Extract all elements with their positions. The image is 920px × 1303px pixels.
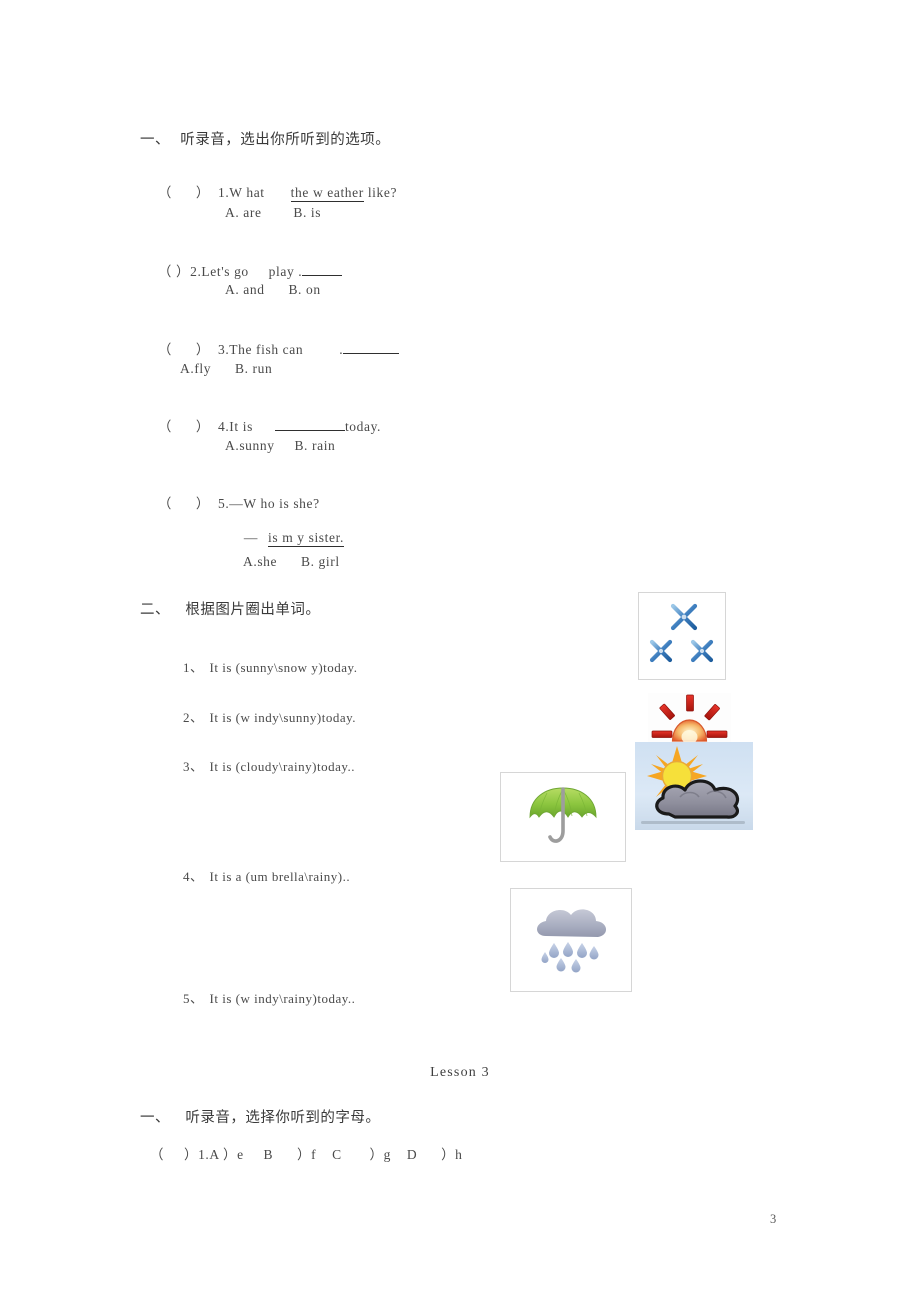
section-two-heading: 二、 根据图片圈出单词。 <box>140 602 321 618</box>
umbrella-image <box>501 773 625 861</box>
question-3-marker[interactable]: （ ） <box>158 342 210 357</box>
question-5-answer-tail: is m y sister. <box>268 530 344 547</box>
question-3-blank[interactable] <box>343 340 400 354</box>
item-2-number: 2、 <box>183 710 204 725</box>
rain-cloud-image <box>511 889 631 991</box>
question-1-options[interactable]: A. are B. is <box>225 205 321 221</box>
question-1-underlined: the w eather <box>290 185 364 202</box>
rain-cloud-icon <box>537 909 607 973</box>
question-2-blank[interactable] <box>302 262 343 276</box>
question-5-number: 5. <box>217 496 230 511</box>
item-1-text[interactable]: It is (sunny\snow y)today. <box>210 660 358 675</box>
item-5-number: 5、 <box>183 991 204 1006</box>
sun-rays-picture <box>648 693 731 745</box>
question-5-answer-dash: — <box>243 530 259 545</box>
question-3-options[interactable]: A.fly B. run <box>180 361 272 377</box>
question-1-marker[interactable]: （ ） <box>158 185 210 200</box>
question-1-number: 1. <box>217 185 230 200</box>
list-item: 1、 It is (sunny\snow y)today. <box>168 641 357 692</box>
question-4-marker[interactable]: （ ） <box>158 419 210 434</box>
section-one-heading: 一、 听录音，选出你所听到的选项。 <box>140 132 391 148</box>
question-4-blank[interactable] <box>274 417 345 431</box>
sun-rays-image <box>648 693 731 745</box>
lesson-title: Lesson 3 <box>430 1065 490 1080</box>
rain-cloud-picture <box>510 888 632 992</box>
question-1-stem-before: W hat <box>229 185 265 200</box>
question-4-options[interactable]: A.sunny B. rain <box>225 438 335 454</box>
sun-icon <box>651 694 728 744</box>
question-3-number: 3. <box>217 342 230 357</box>
question-2-stem-before: Let's go play . <box>201 264 303 279</box>
question-4-stem-before: It is <box>229 419 253 434</box>
question-2-marker[interactable]: （ ） <box>158 264 190 279</box>
question-4-stem-after: today. <box>344 419 382 434</box>
item-3-number: 3、 <box>183 759 204 774</box>
item-2-text[interactable]: It is (w indy\sunny)today. <box>210 710 356 725</box>
umbrella-picture <box>500 772 626 862</box>
item-1-number: 1、 <box>183 660 204 675</box>
item-5-text[interactable]: It is (w indy\rainy)today.. <box>210 991 356 1006</box>
worksheet-page: 一、 听录音，选出你所听到的选项。 （ ） 1.W hat the w eather… <box>0 0 920 1303</box>
item-3-text[interactable]: It is (cloudy\rainy)today.. <box>210 759 356 774</box>
list-item: 2、 It is (w indy\sunny)today. <box>168 691 356 742</box>
question-5-options[interactable]: A.she B. girl <box>243 554 340 570</box>
lesson-three-heading: 一、 听录音，选择你听到的字母。 <box>140 1110 381 1126</box>
list-item: 3、 It is (cloudy\rainy)today.. <box>168 740 355 791</box>
snowflakes-image <box>639 593 725 679</box>
question-3-stem-before: The fish can <box>229 342 304 357</box>
lesson-three-question-1[interactable]: （ ）1.A ）e B ）f C ）g D ）h <box>150 1143 463 1163</box>
question-4-number: 4. <box>217 419 230 434</box>
question-2-number: 2. <box>190 264 202 279</box>
question-5-stem-before: —W ho is she? <box>229 496 320 511</box>
snowflakes-picture <box>638 592 726 680</box>
item-4-number: 4、 <box>183 869 204 884</box>
list-item: 5、 It is (w indy\rainy)today.. <box>168 972 355 1023</box>
item-4-text[interactable]: It is a (um brella\rainy).. <box>210 869 351 884</box>
sun-cloud-icon <box>635 742 753 830</box>
question-2-options[interactable]: A. and B. on <box>225 282 321 298</box>
sun-behind-cloud-image <box>635 742 753 830</box>
question-1-stem-after: like? <box>363 185 398 200</box>
sun-behind-cloud-picture <box>635 742 753 830</box>
snowflake-icon <box>645 599 718 667</box>
question-5-marker[interactable]: （ ） <box>158 496 210 511</box>
list-item: 4、 It is a (um brella\rainy).. <box>168 850 350 901</box>
umbrella-icon <box>529 787 597 843</box>
page-number: 3 <box>770 1212 777 1226</box>
